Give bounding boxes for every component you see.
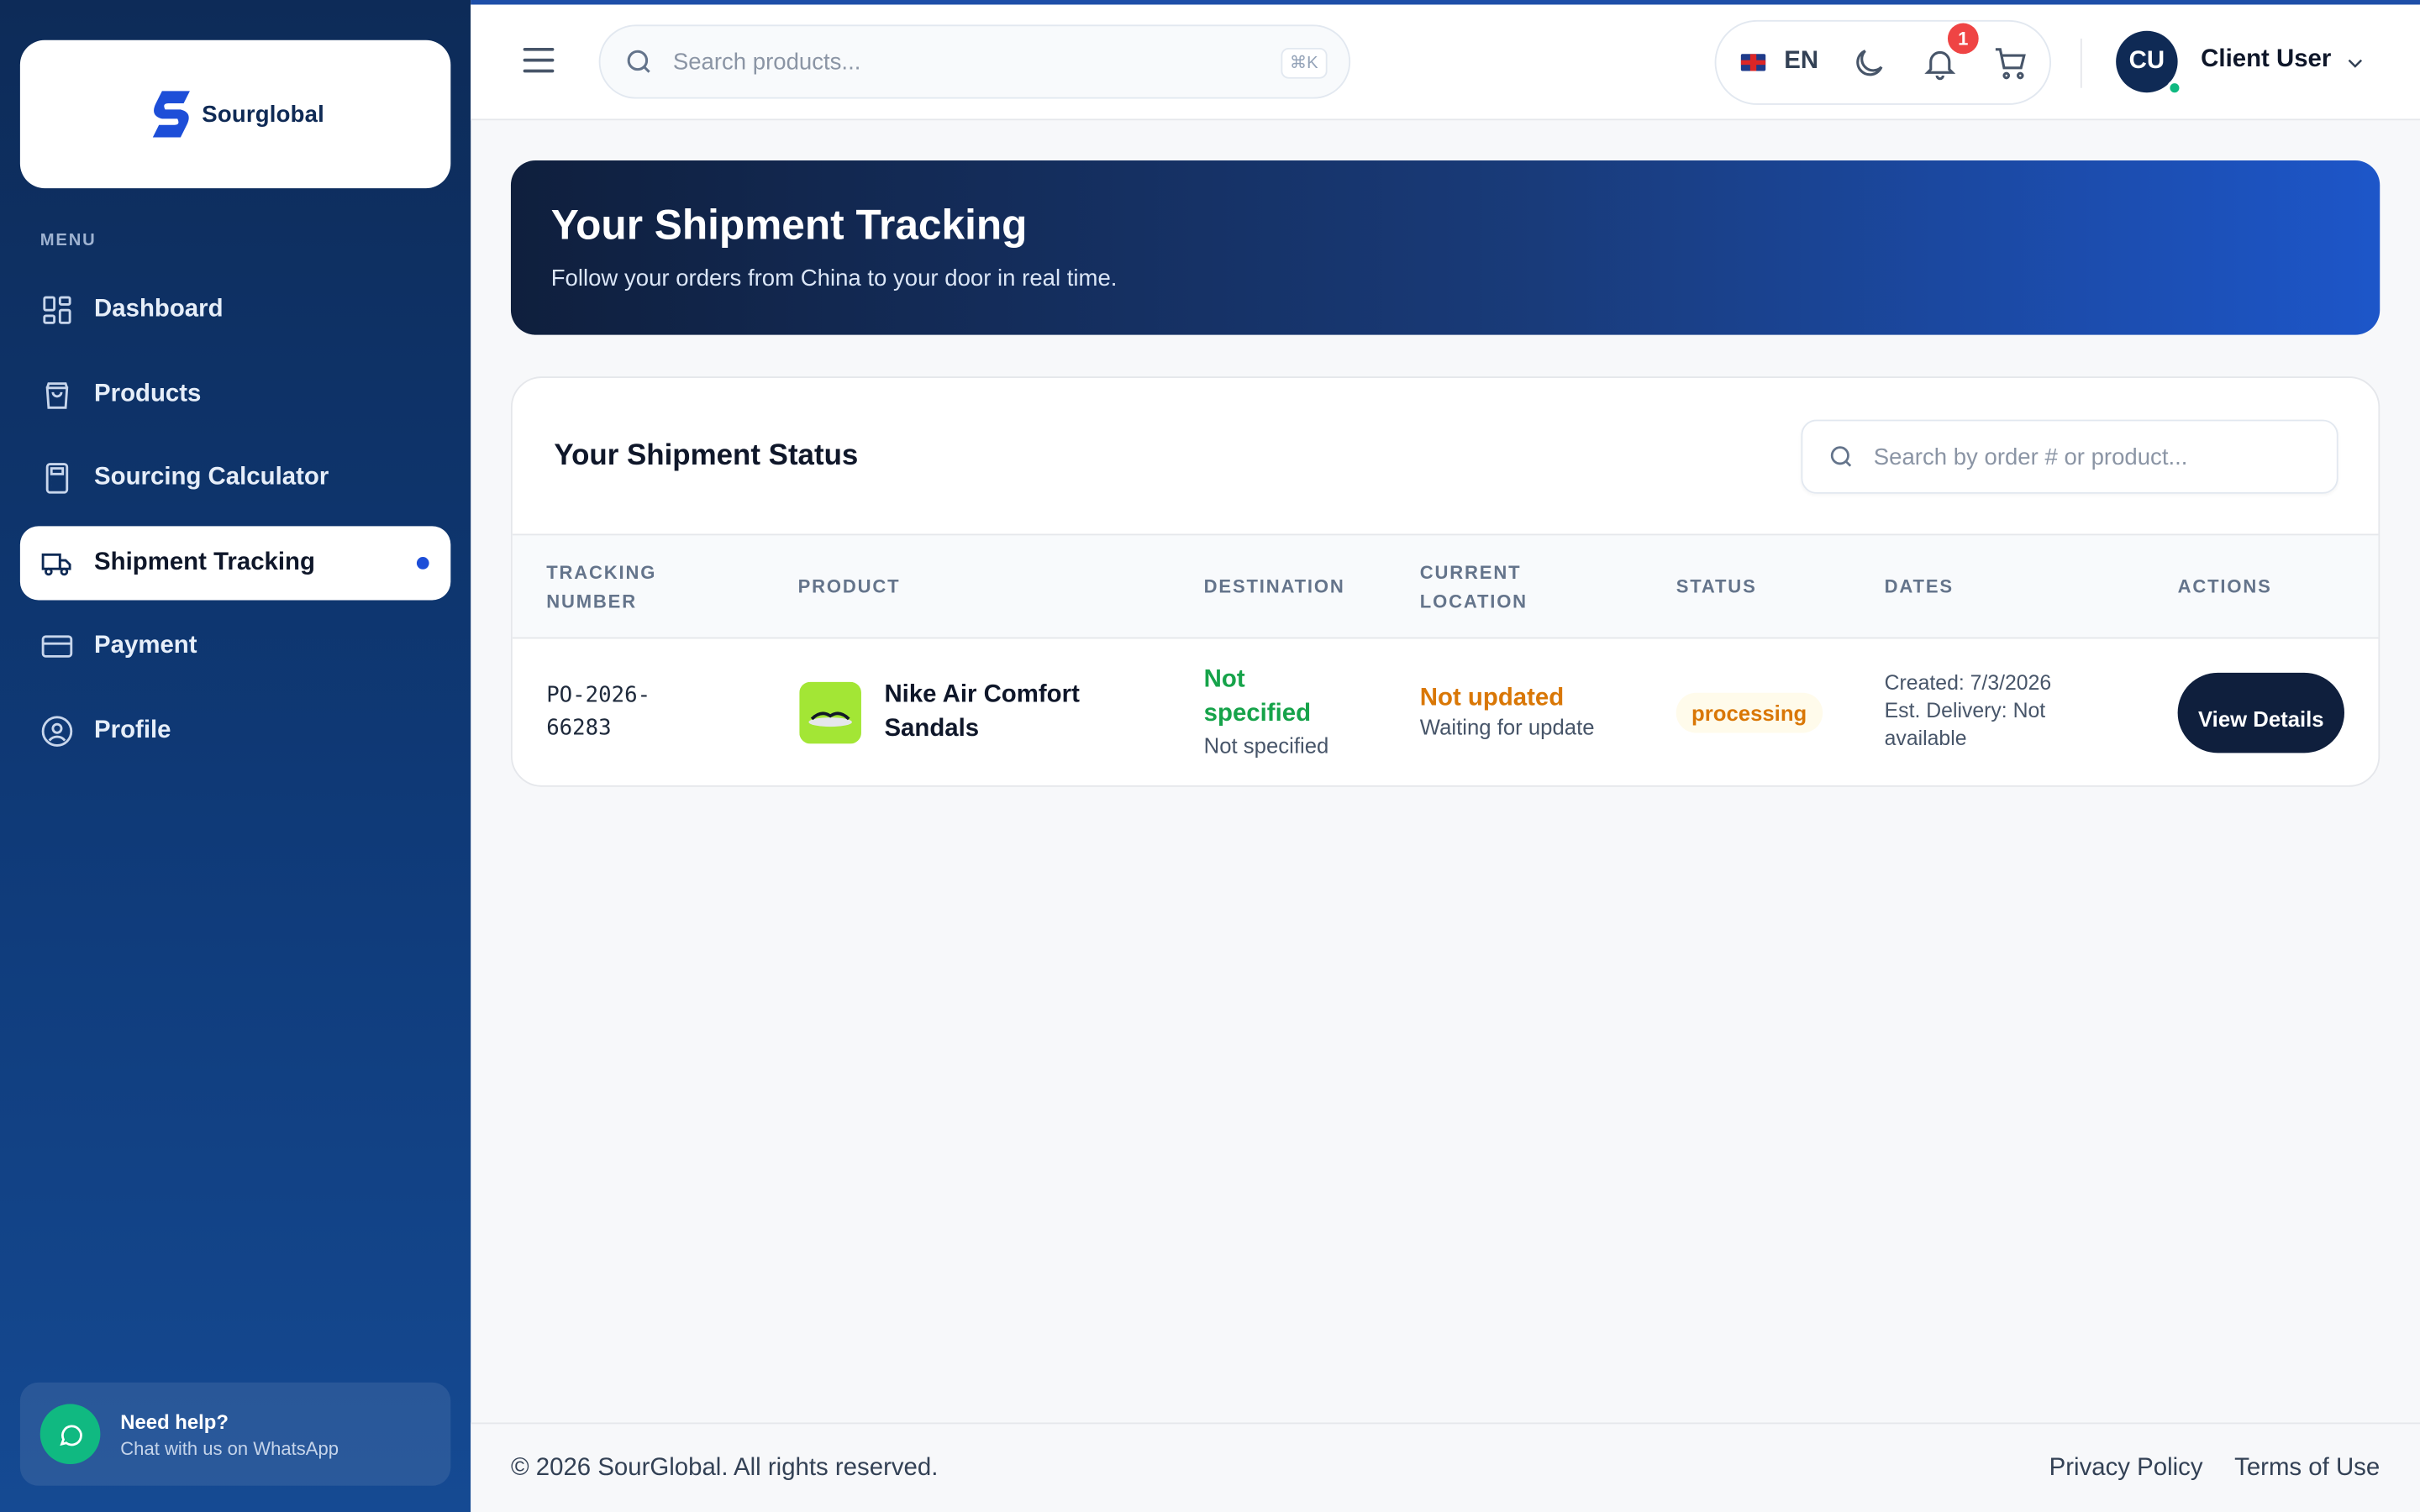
page-subtitle: Follow your orders from China to your do…	[550, 265, 1118, 292]
destination-detail: Not specified	[1203, 732, 1329, 758]
shopping-bag-icon	[45, 381, 69, 408]
language-selector[interactable]: EN	[1740, 47, 1819, 76]
menu-toggle-icon[interactable]	[523, 47, 555, 76]
whatsapp-help-card[interactable]: Need help? Chat with us on WhatsApp	[19, 1382, 451, 1486]
truck-icon	[41, 552, 71, 575]
estimated-delivery: Est. Delivery: Not available	[1884, 699, 2046, 750]
credit-card-icon	[41, 635, 73, 658]
online-status-dot	[2166, 80, 2183, 96]
menu-label: MENU	[39, 231, 97, 250]
dates-cell: Created: 7/3/2026 Est. Delivery: Not ava…	[1885, 669, 2117, 753]
search-icon	[627, 50, 650, 73]
product-thumbnail	[799, 681, 861, 744]
table-row: PO-2026-66283 Nike Air Comfort Sandals N…	[513, 638, 2379, 785]
view-details-button[interactable]: View Details	[2177, 672, 2344, 753]
help-subtitle: Chat with us on WhatsApp	[120, 1436, 339, 1459]
sidebar-item-label: Sourcing Calculator	[94, 464, 329, 491]
sidebar-item-label: Dashboard	[94, 296, 224, 323]
sidebar-item-profile[interactable]: Profile	[20, 694, 450, 768]
moon-icon	[1856, 50, 1883, 76]
privacy-policy-link[interactable]: Privacy Policy	[2049, 1455, 2203, 1481]
footer-links: Privacy Policy Terms of Use	[2024, 1455, 2381, 1483]
search-icon	[1830, 446, 1852, 467]
notification-count-badge: 1	[1947, 23, 1979, 55]
language-code: EN	[1784, 47, 1819, 75]
cart-button[interactable]	[1992, 45, 2029, 81]
column-header-tracking: TRACKING NUMBER	[546, 561, 657, 613]
topbar: ⌘K EN 1 CU Client User	[471, 4, 2420, 121]
user-circle-icon	[41, 715, 73, 746]
shipment-search	[1801, 419, 2338, 494]
chat-bubble-icon	[39, 1404, 101, 1465]
product-name: Nike Air Comfort Sandals	[884, 681, 1080, 743]
search-input[interactable]	[672, 48, 1244, 76]
user-menu-toggle[interactable]	[2343, 51, 2367, 76]
status-badge: processing	[1676, 692, 1823, 733]
copyright: © 2026 SourGlobal. All rights reserved.	[510, 1455, 939, 1482]
sidebar-item-payment[interactable]: Payment	[20, 610, 450, 684]
sandal-image-icon	[799, 681, 861, 744]
column-header-location: CURRENT LOCATION	[1419, 561, 1528, 613]
uk-flag-icon	[1740, 53, 1766, 71]
chevron-down-icon	[2348, 59, 2363, 68]
active-indicator-dot	[416, 556, 429, 569]
destination-cell: Not specified Not specified	[1203, 664, 1374, 758]
footer: © 2026 SourGlobal. All rights reserved. …	[471, 1422, 2420, 1512]
sidebar-nav: Dashboard Products Sourcing Calculator S…	[19, 273, 451, 778]
sidebar-item-dashboard[interactable]: Dashboard	[20, 273, 450, 347]
search-shortcut-hint: ⌘K	[1280, 47, 1328, 79]
toolbar-pill: EN 1	[1714, 19, 2052, 105]
sidebar-item-sourcing-calculator[interactable]: Sourcing Calculator	[20, 441, 450, 515]
location-cell: Not updated Waiting for update	[1420, 685, 1652, 739]
sidebar-item-label: Profile	[94, 717, 171, 743]
location-detail: Waiting for update	[1419, 714, 1595, 739]
sidebar-item-products[interactable]: Products	[20, 357, 450, 431]
location-value: Not updated	[1419, 685, 1565, 711]
tracking-number[interactable]: PO-2026-66283	[546, 680, 685, 745]
sidebar: Sourglobal MENU Dashboard Products Sourc…	[0, 0, 471, 1512]
logo-mark-icon	[152, 91, 190, 138]
created-date: Created: 7/3/2026	[1884, 670, 2052, 695]
theme-toggle[interactable]	[1850, 45, 1887, 81]
column-header-actions: ACTIONS	[2177, 575, 2272, 597]
dashboard-icon	[43, 296, 71, 324]
sidebar-item-label: Shipment Tracking	[94, 548, 315, 575]
brand-logo[interactable]: Sourglobal	[19, 39, 451, 189]
product-search: ⌘K	[598, 24, 1351, 99]
help-title: Need help?	[120, 1409, 229, 1433]
sidebar-item-label: Products	[94, 380, 202, 407]
calculator-icon	[45, 463, 69, 494]
shipment-search-input[interactable]	[1873, 444, 2322, 470]
column-header-destination: DESTINATION	[1203, 575, 1345, 597]
cart-icon	[1995, 48, 2026, 80]
sidebar-item-label: Payment	[94, 633, 197, 659]
column-header-status: STATUS	[1676, 575, 1757, 597]
user-name[interactable]: Client User	[2201, 46, 2331, 74]
terms-of-use-link[interactable]: Terms of Use	[2234, 1455, 2380, 1481]
column-header-product: PRODUCT	[797, 575, 901, 597]
page-hero: Your Shipment Tracking Follow your order…	[510, 160, 2381, 335]
topbar-divider	[2080, 38, 2082, 88]
brand-name: Sourglobal	[202, 101, 325, 128]
table-header: TRACKING NUMBER PRODUCT DESTINATION CURR…	[512, 533, 2379, 639]
column-header-dates: DATES	[1884, 575, 1954, 597]
destination-value: Not specified	[1203, 666, 1312, 727]
card-title: Your Shipment Status	[554, 439, 859, 473]
shipment-status-card: Your Shipment Status TRACKING NUMBER PRO…	[510, 376, 2381, 787]
page-title: Your Shipment Tracking	[550, 202, 1028, 249]
sidebar-item-shipment-tracking[interactable]: Shipment Tracking	[19, 525, 451, 600]
